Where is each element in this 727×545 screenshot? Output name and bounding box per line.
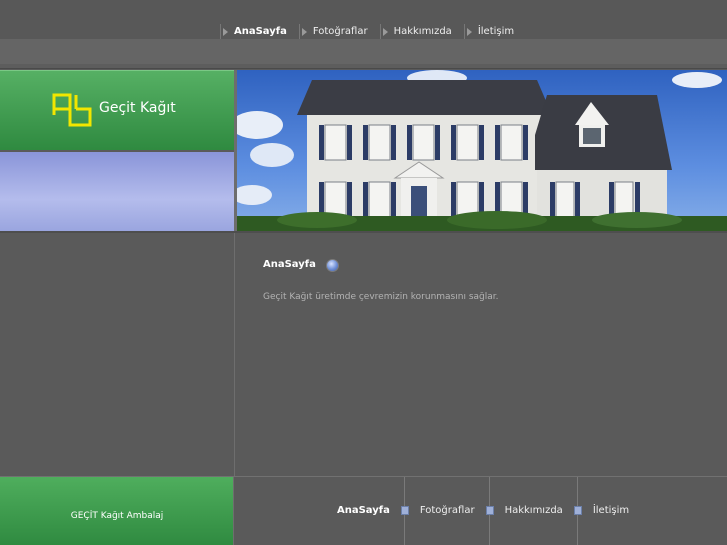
bullet-square-icon	[573, 506, 582, 515]
nav-label: AnaSayfa	[234, 26, 287, 37]
nav-item-fotograflar[interactable]: Fotoğraflar	[301, 26, 368, 37]
arrow-right-icon	[382, 27, 388, 36]
nav-item-hakkimizda[interactable]: Hakkımızda	[382, 26, 452, 37]
header-band	[0, 39, 727, 64]
nav-label: İletişim	[477, 26, 515, 37]
nav-separator	[220, 24, 221, 39]
main-nav: AnaSayfa Fotoğraflar Hakkımızda İletişim	[220, 24, 526, 39]
page-description: Geçit Kağıt üretimde çevremizin korunmas…	[263, 292, 499, 302]
footer-nav-iletisim[interactable]: İletişim	[593, 505, 629, 516]
bullet-square-icon	[400, 506, 409, 515]
footer-nav-separator	[485, 477, 495, 545]
footer-company-name: GEÇİT Kağıt Ambalaj	[70, 511, 164, 521]
arrow-right-icon	[223, 27, 228, 36]
footer-nav: AnaSayfa Fotoğraflar Hakkımızda İletişim	[337, 477, 629, 545]
nav-separator	[379, 24, 381, 39]
bullet-square-icon	[485, 506, 494, 515]
house-photo	[237, 70, 727, 231]
header-band-lower	[0, 64, 727, 69]
nav-separator	[463, 24, 465, 39]
nav-label: Hakkımızda	[393, 26, 452, 37]
nav-item-anasayfa[interactable]: AnaSayfa	[223, 26, 287, 37]
sidebar	[0, 233, 235, 476]
footer: GEÇİT Kağıt Ambalaj AnaSayfa Fotoğraflar…	[0, 476, 727, 545]
gb-logo-icon	[52, 93, 92, 127]
footer-nav-fotograflar[interactable]: Fotoğraflar	[420, 505, 475, 516]
nav-label: Fotoğraflar	[312, 26, 368, 37]
blue-orb-icon	[326, 259, 339, 272]
footer-nav-anasayfa[interactable]: AnaSayfa	[337, 505, 390, 516]
brand-logo-area[interactable]: Geçit Kağıt	[0, 70, 234, 150]
arrow-right-icon	[466, 27, 472, 36]
sky-decoration	[0, 152, 234, 231]
arrow-right-icon	[301, 27, 307, 36]
footer-nav-separator	[400, 477, 410, 545]
page-title: AnaSayfa	[263, 259, 316, 270]
footer-nav-hakkimizda[interactable]: Hakkımızda	[505, 505, 563, 516]
main-content: AnaSayfa Geçit Kağıt üretimde çevremizin…	[236, 233, 727, 476]
brand-name: Geçit Kağıt	[99, 100, 176, 116]
footer-brand-area: GEÇİT Kağıt Ambalaj	[0, 477, 234, 545]
footer-nav-separator	[573, 477, 583, 545]
nav-separator	[298, 24, 300, 39]
top-bar: AnaSayfa Fotoğraflar Hakkımızda İletişim	[0, 0, 727, 39]
hero-house-photo	[237, 70, 727, 231]
nav-item-iletisim[interactable]: İletişim	[466, 26, 515, 37]
